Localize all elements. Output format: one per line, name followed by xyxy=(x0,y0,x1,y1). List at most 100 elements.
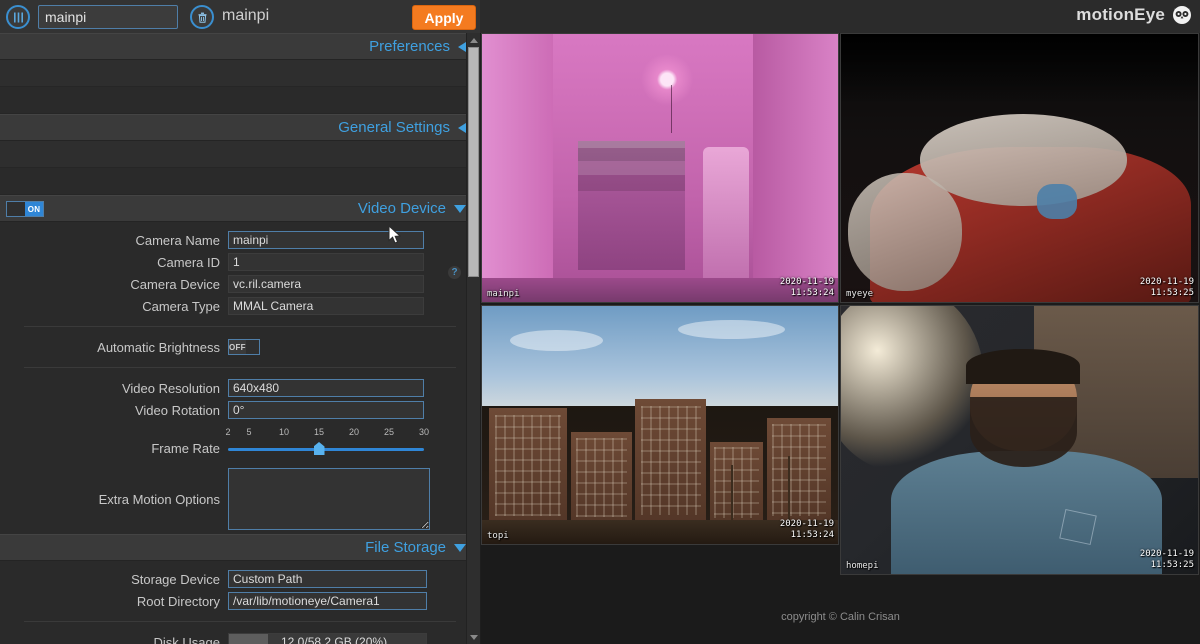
section-title-file-storage: File Storage xyxy=(365,539,446,556)
help-icon[interactable]: ? xyxy=(448,266,461,279)
toggle-on-half: ON xyxy=(25,202,43,216)
mouse-cursor-icon xyxy=(388,225,402,244)
camera-3-date: 2020-11-19 xyxy=(779,519,834,529)
camera-3-time: 11:53:24 xyxy=(790,530,834,540)
toggle-automatic-brightness[interactable]: OFF xyxy=(228,339,260,355)
video-device-body: Camera Name Camera ID ? Camera Device Ca… xyxy=(0,222,480,534)
scroll-down-arrow-icon[interactable] xyxy=(467,631,480,643)
field-storage-device: Storage Device xyxy=(0,569,480,589)
camera-1-name: mainpi xyxy=(487,289,520,299)
label-camera-id: Camera ID xyxy=(157,254,220,270)
input-extra-motion-options[interactable] xyxy=(228,468,430,530)
input-camera-device xyxy=(228,275,424,293)
divider xyxy=(24,326,456,327)
slider-tick: 15 xyxy=(313,427,325,437)
field-video-rotation: Video Rotation xyxy=(0,400,480,420)
field-camera-device: Camera Device xyxy=(0,274,480,294)
triangle-down-icon xyxy=(454,204,466,213)
slider-tick: 10 xyxy=(278,427,290,437)
label-frame-rate: Frame Rate xyxy=(151,440,220,456)
input-camera-type xyxy=(228,297,424,315)
triangle-left-icon xyxy=(458,41,466,52)
file-storage-body: Storage Device Root Directory Disk Usage… xyxy=(0,561,480,644)
brand-title: motionEye xyxy=(1076,5,1165,24)
owl-icon xyxy=(1173,6,1191,24)
camera-1-video xyxy=(482,34,838,302)
camera-2-time: 11:53:25 xyxy=(1150,288,1194,298)
camera-3-name: topi xyxy=(487,531,509,541)
field-extra-motion-options: Extra Motion Options xyxy=(0,468,480,530)
camera-4-date: 2020-11-19 xyxy=(1139,549,1194,559)
camera-frame-4[interactable]: 2020-11-19 11:53:25 homepi xyxy=(840,305,1199,575)
general-placeholder-row-1 xyxy=(0,141,480,168)
cameras-icon[interactable] xyxy=(6,5,30,29)
label-storage-device: Storage Device xyxy=(131,571,220,587)
copyright-text: copyright © Calin Crisan xyxy=(781,611,900,623)
label-disk-usage: Disk Usage xyxy=(153,634,220,644)
section-header-general-settings[interactable]: General Settings xyxy=(0,114,480,141)
section-title-preferences: Preferences xyxy=(369,38,450,55)
input-video-rotation[interactable] xyxy=(228,401,424,419)
field-camera-name: Camera Name xyxy=(0,230,480,250)
trash-glyph xyxy=(198,12,206,23)
slider-tick: 30 xyxy=(418,427,430,437)
label-extra-motion-options: Extra Motion Options xyxy=(98,491,220,507)
divider xyxy=(24,367,456,368)
section-header-preferences[interactable]: Preferences xyxy=(0,33,480,60)
slider-tick: 2 xyxy=(225,427,231,437)
camera-4-name: homepi xyxy=(846,561,879,571)
camera-4-timestamp: 2020-11-19 11:53:25 xyxy=(1140,549,1194,571)
slider-tick: 5 xyxy=(246,427,252,437)
field-video-resolution: Video Resolution xyxy=(0,378,480,398)
preferences-placeholder-row-1 xyxy=(0,60,480,87)
field-camera-id: Camera ID ? xyxy=(0,252,480,279)
disk-usage-fill xyxy=(229,634,269,644)
toggle-state-label: OFF xyxy=(229,340,246,354)
selected-camera-label: mainpi xyxy=(222,7,270,24)
preferences-placeholder-row-2 xyxy=(0,87,480,114)
field-disk-usage: Disk Usage 12.0/58.2 GB (20%) xyxy=(0,632,480,644)
motioneye-app: mainpi Apply motionEye Preferences xyxy=(0,0,1200,644)
slider-track xyxy=(228,448,424,451)
camera-frame-2[interactable]: 2020-11-19 11:53:25 myeye xyxy=(840,33,1199,303)
camera-frame-1[interactable]: 2020-11-19 11:53:24 mainpi xyxy=(481,33,839,303)
disk-usage-text: 12.0/58.2 GB (20%) xyxy=(281,635,388,644)
camera-4-video xyxy=(841,306,1198,574)
label-automatic-brightness: Automatic Brightness xyxy=(97,339,220,355)
label-root-directory: Root Directory xyxy=(136,593,220,609)
scroll-up-arrow-icon[interactable] xyxy=(467,34,480,46)
camera-1-timestamp: 2020-11-19 11:53:24 xyxy=(780,277,834,299)
slider-frame-rate[interactable]: 2 5 10 15 20 25 30 xyxy=(225,427,429,457)
settings-panel: Preferences General Settings ON Video De… xyxy=(0,33,480,644)
camera-grid: 2020-11-19 11:53:24 mainpi 2020-11-19 11… xyxy=(481,33,1200,644)
camera-3-video xyxy=(482,306,838,544)
slider-handle[interactable] xyxy=(313,442,325,455)
apply-button[interactable]: Apply xyxy=(412,5,476,30)
camera-2-date: 2020-11-19 xyxy=(1139,277,1194,287)
input-storage-device[interactable] xyxy=(228,570,427,588)
camera-2-video xyxy=(841,34,1198,302)
top-bar: mainpi Apply motionEye xyxy=(0,0,1200,34)
field-automatic-brightness: Automatic Brightness OFF xyxy=(0,337,480,357)
brand: motionEye xyxy=(1076,5,1192,25)
section-title-video-device: Video Device xyxy=(357,200,446,217)
cameras-bars-glyph xyxy=(13,12,23,22)
slider-tick-labels: 2 5 10 15 20 25 30 xyxy=(225,427,429,439)
section-header-video-device[interactable]: ON Video Device xyxy=(0,195,480,222)
section-title-general-settings: General Settings xyxy=(338,119,450,136)
trash-icon[interactable] xyxy=(190,5,214,29)
label-camera-name: Camera Name xyxy=(135,232,220,248)
settings-scrollbar[interactable] xyxy=(466,33,480,644)
camera-name-input[interactable] xyxy=(38,5,178,29)
section-header-file-storage[interactable]: File Storage xyxy=(0,534,480,561)
slider-tick: 20 xyxy=(348,427,360,437)
input-video-resolution[interactable] xyxy=(228,379,424,397)
input-root-directory[interactable] xyxy=(228,592,427,610)
triangle-left-icon xyxy=(458,122,466,133)
slider-tick: 25 xyxy=(383,427,395,437)
camera-frame-3[interactable]: 2020-11-19 11:53:24 topi xyxy=(481,305,839,545)
video-device-enable-toggle[interactable]: ON xyxy=(6,201,44,221)
label-video-rotation: Video Rotation xyxy=(134,402,220,418)
scrollbar-thumb[interactable] xyxy=(468,47,479,277)
field-root-directory: Root Directory xyxy=(0,591,480,611)
